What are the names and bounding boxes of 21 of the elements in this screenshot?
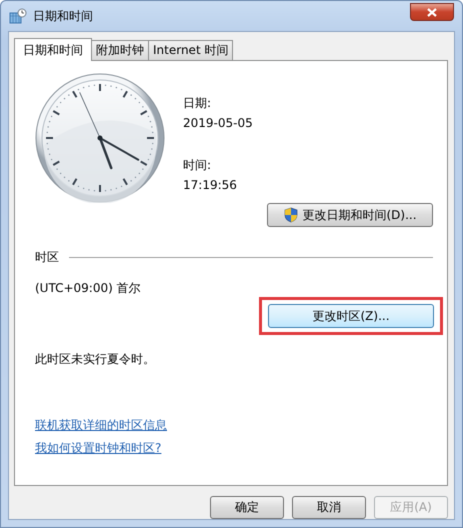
dst-note: 此时区未实行夏令时。 xyxy=(35,351,156,368)
help-link[interactable]: 联机获取详细的时区信息 xyxy=(35,417,167,434)
close-icon xyxy=(427,8,437,16)
change-timezone-button[interactable]: 更改时区(Z)... xyxy=(268,304,434,328)
dialog-button[interactable]: 取消 xyxy=(292,496,366,519)
change-date-time-button[interactable]: 更改日期和时间(D)... xyxy=(267,203,433,227)
section-heading: 时区 xyxy=(35,249,59,266)
tab[interactable]: Internet 时间 xyxy=(148,40,234,60)
time-value: 17:19:56 xyxy=(183,177,238,194)
shield-icon xyxy=(283,207,300,223)
window-title: 日期和时间 xyxy=(33,8,93,24)
dialog-button[interactable]: 确定 xyxy=(210,496,284,519)
timezone-value: (UTC+09:00) 首尔 xyxy=(35,280,142,297)
time-label: 时间: xyxy=(183,157,212,174)
close-button[interactable] xyxy=(410,3,454,21)
tab[interactable]: 日期和时间 xyxy=(14,38,92,61)
help-link[interactable]: 我如何设置时钟和时区? xyxy=(35,440,162,457)
tab[interactable]: 附加时钟 xyxy=(91,40,149,60)
calendar-clock-icon xyxy=(9,8,27,24)
date-label: 日期: xyxy=(183,95,212,112)
date-value: 2019-05-05 xyxy=(183,115,253,132)
